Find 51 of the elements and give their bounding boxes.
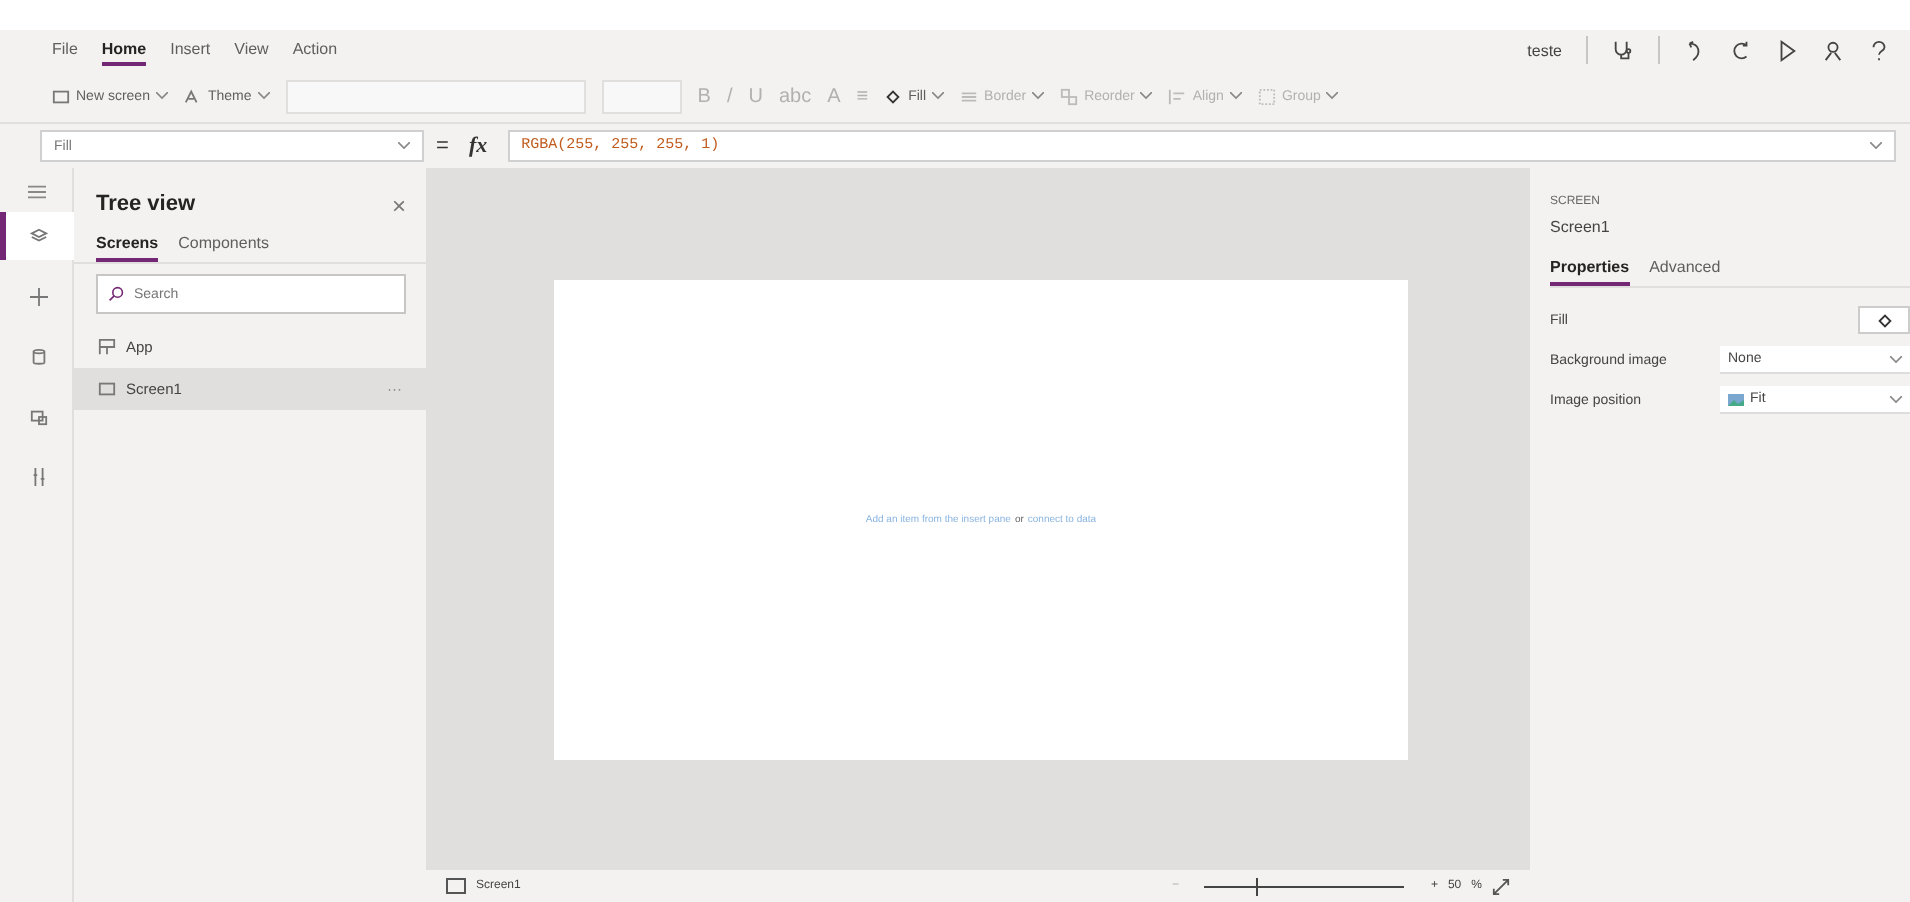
layers-icon	[1060, 87, 1079, 105]
property-tab[interactable]: Advanced	[1649, 252, 1721, 286]
database-icon	[30, 347, 48, 365]
stethoscope-icon[interactable]	[1612, 39, 1634, 61]
control-name: Screen1	[1550, 218, 1612, 236]
rail-button[interactable]	[0, 212, 73, 260]
close-icon[interactable]: ×	[391, 192, 406, 220]
chevron-down-icon	[1326, 92, 1339, 100]
help-icon[interactable]	[1868, 39, 1890, 61]
chevron-down-icon	[155, 92, 168, 100]
chevron-down-icon	[1870, 142, 1882, 150]
group-icon	[1257, 87, 1276, 105]
chevron-down-icon	[1890, 355, 1902, 363]
chevron-down-icon	[932, 92, 945, 100]
person-icon[interactable]	[1822, 39, 1844, 61]
chevron-down-icon	[257, 92, 270, 100]
menu-icon[interactable]	[27, 184, 45, 200]
chevron-down-icon	[1890, 395, 1902, 403]
menu-tab[interactable]: View	[234, 35, 269, 65]
layers-icon	[30, 227, 48, 245]
image-icon	[1728, 393, 1744, 405]
panel-title: Tree view	[96, 192, 196, 220]
tools-icon	[30, 467, 48, 485]
fx-button[interactable]: fx	[460, 134, 496, 158]
menu-tab[interactable]: Action	[292, 35, 338, 65]
search-icon	[108, 286, 124, 302]
menu-tab[interactable]: File	[52, 35, 78, 65]
plus-icon	[30, 287, 48, 305]
screen-icon	[98, 380, 116, 398]
menu-tab[interactable]: Insert	[170, 35, 211, 65]
align-icon	[1168, 87, 1187, 105]
expand-icon[interactable]	[1492, 877, 1510, 895]
screen-icon	[446, 878, 466, 894]
color-picker[interactable]	[1858, 306, 1910, 334]
redo-icon[interactable]	[1730, 39, 1752, 61]
app-icon	[98, 338, 116, 356]
chevron-down-icon	[1032, 92, 1045, 100]
border-icon	[960, 87, 979, 105]
menu-tab[interactable]: Home	[101, 35, 147, 65]
chevron-down-icon	[1140, 92, 1153, 100]
play-icon[interactable]	[1776, 39, 1798, 61]
media-icon	[30, 407, 48, 425]
chevron-down-icon	[398, 142, 410, 150]
theme-icon	[183, 87, 202, 105]
equals-sign: =	[436, 134, 449, 158]
panel-tab[interactable]: Screens	[96, 228, 159, 262]
screen-icon	[52, 87, 70, 105]
property-tab[interactable]: Properties	[1550, 252, 1630, 286]
chevron-down-icon	[1229, 92, 1242, 100]
panel-tab[interactable]: Components	[178, 228, 269, 262]
user-name: teste	[1527, 41, 1562, 59]
